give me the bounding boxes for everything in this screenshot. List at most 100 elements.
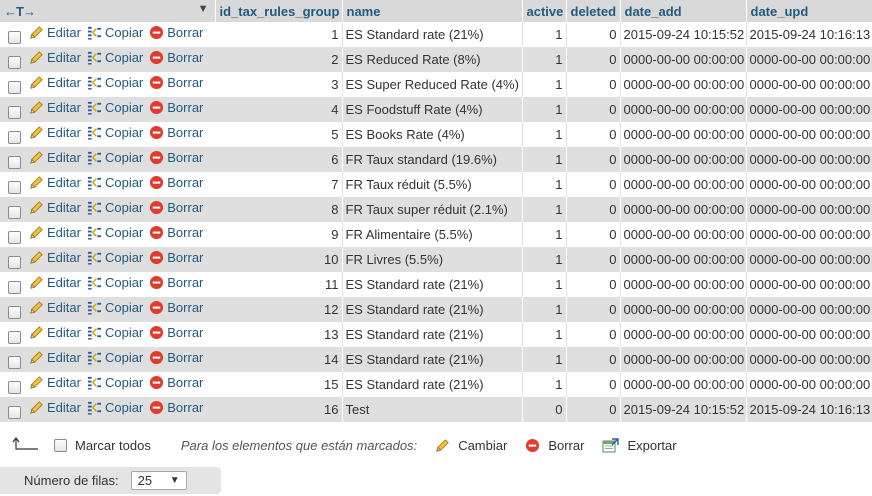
copy-link[interactable]: Copiar xyxy=(87,25,143,40)
row-checkbox[interactable] xyxy=(8,80,21,94)
check-all-label[interactable]: Marcar todos xyxy=(75,438,151,453)
cell-name[interactable]: ES Super Reduced Rate (4%) xyxy=(342,72,523,97)
cell-id[interactable]: 11 xyxy=(215,272,343,297)
cell-date-add[interactable]: 0000-00-00 00:00:00 xyxy=(620,122,747,147)
edit-link[interactable]: Editar xyxy=(29,150,81,165)
cell-date-add[interactable]: 2015-09-24 10:15:52 xyxy=(620,397,747,422)
edit-link[interactable]: Editar xyxy=(29,100,81,115)
bulk-change-button[interactable]: Cambiar xyxy=(435,438,507,453)
cell-date-upd[interactable]: 0000-00-00 00:00:00 xyxy=(746,272,872,297)
edit-link[interactable]: Editar xyxy=(29,400,81,415)
copy-link[interactable]: Copiar xyxy=(87,125,143,140)
cell-id[interactable]: 13 xyxy=(215,322,343,347)
copy-link[interactable]: Copiar xyxy=(87,75,143,90)
cell-name[interactable]: ES Standard rate (21%) xyxy=(342,22,523,47)
delete-link[interactable]: Borrar xyxy=(149,100,203,115)
edit-link[interactable]: Editar xyxy=(29,300,81,315)
bulk-delete-button[interactable]: Borrar xyxy=(525,438,584,453)
sort-down-icon[interactable]: ▼ xyxy=(198,3,209,15)
column-header-id[interactable]: id_tax_rules_group xyxy=(215,0,343,22)
cell-deleted[interactable]: 0 xyxy=(566,97,621,122)
cell-date-add[interactable]: 0000-00-00 00:00:00 xyxy=(620,222,747,247)
delete-link[interactable]: Borrar xyxy=(149,275,203,290)
cell-active[interactable]: 1 xyxy=(522,297,567,322)
cell-date-add[interactable]: 0000-00-00 00:00:00 xyxy=(620,247,747,272)
cell-id[interactable]: 7 xyxy=(215,172,343,197)
cell-active[interactable]: 1 xyxy=(522,372,567,397)
cell-active[interactable]: 1 xyxy=(522,222,567,247)
cell-date-upd[interactable]: 0000-00-00 00:00:00 xyxy=(746,122,872,147)
column-header-date-add[interactable]: date_add xyxy=(620,0,747,22)
edit-link[interactable]: Editar xyxy=(29,325,81,340)
column-header-active[interactable]: active xyxy=(522,0,567,22)
cell-date-add[interactable]: 0000-00-00 00:00:00 xyxy=(620,297,747,322)
row-checkbox[interactable] xyxy=(8,205,21,219)
cell-deleted[interactable]: 0 xyxy=(566,72,621,97)
delete-link[interactable]: Borrar xyxy=(149,75,203,90)
cell-active[interactable]: 1 xyxy=(522,147,567,172)
cell-name[interactable]: ES Books Rate (4%) xyxy=(342,122,523,147)
cell-date-add[interactable]: 0000-00-00 00:00:00 xyxy=(620,97,747,122)
cell-active[interactable]: 1 xyxy=(522,272,567,297)
row-checkbox[interactable] xyxy=(8,105,21,119)
row-checkbox[interactable] xyxy=(8,155,21,169)
cell-deleted[interactable]: 0 xyxy=(566,397,621,422)
cell-active[interactable]: 1 xyxy=(522,197,567,222)
edit-link[interactable]: Editar xyxy=(29,200,81,215)
row-checkbox[interactable] xyxy=(8,30,21,44)
cell-date-upd[interactable]: 0000-00-00 00:00:00 xyxy=(746,222,872,247)
edit-link[interactable]: Editar xyxy=(29,225,81,240)
cell-date-upd[interactable]: 0000-00-00 00:00:00 xyxy=(746,47,872,72)
cell-id[interactable]: 15 xyxy=(215,372,343,397)
cell-active[interactable]: 1 xyxy=(522,347,567,372)
cell-date-upd[interactable]: 0000-00-00 00:00:00 xyxy=(746,347,872,372)
cell-deleted[interactable]: 0 xyxy=(566,22,621,47)
column-header-name[interactable]: name xyxy=(342,0,523,22)
row-checkbox[interactable] xyxy=(8,130,21,144)
cell-deleted[interactable]: 0 xyxy=(566,247,621,272)
cell-name[interactable]: ES Standard rate (21%) xyxy=(342,322,523,347)
cell-name[interactable]: Test xyxy=(342,397,523,422)
cell-date-add[interactable]: 0000-00-00 00:00:00 xyxy=(620,172,747,197)
cell-date-add[interactable]: 0000-00-00 00:00:00 xyxy=(620,347,747,372)
edit-link[interactable]: Editar xyxy=(29,50,81,65)
cell-id[interactable]: 4 xyxy=(215,97,343,122)
cell-date-add[interactable]: 0000-00-00 00:00:00 xyxy=(620,72,747,97)
cell-date-upd[interactable]: 0000-00-00 00:00:00 xyxy=(746,247,872,272)
cell-deleted[interactable]: 0 xyxy=(566,272,621,297)
delete-link[interactable]: Borrar xyxy=(149,25,203,40)
cell-date-upd[interactable]: 0000-00-00 00:00:00 xyxy=(746,297,872,322)
row-checkbox[interactable] xyxy=(8,280,21,294)
delete-link[interactable]: Borrar xyxy=(149,50,203,65)
cell-date-upd[interactable]: 0000-00-00 00:00:00 xyxy=(746,147,872,172)
cell-date-add[interactable]: 0000-00-00 00:00:00 xyxy=(620,372,747,397)
cell-id[interactable]: 3 xyxy=(215,72,343,97)
cell-name[interactable]: ES Standard rate (21%) xyxy=(342,347,523,372)
copy-link[interactable]: Copiar xyxy=(87,225,143,240)
cell-date-upd[interactable]: 0000-00-00 00:00:00 xyxy=(746,97,872,122)
cell-active[interactable]: 1 xyxy=(522,322,567,347)
cell-deleted[interactable]: 0 xyxy=(566,322,621,347)
cell-date-upd[interactable]: 0000-00-00 00:00:00 xyxy=(746,372,872,397)
delete-link[interactable]: Borrar xyxy=(149,200,203,215)
cell-id[interactable]: 1 xyxy=(215,22,343,47)
cell-id[interactable]: 8 xyxy=(215,197,343,222)
column-header-deleted[interactable]: deleted xyxy=(566,0,621,22)
cell-name[interactable]: FR Livres (5.5%) xyxy=(342,247,523,272)
delete-link[interactable]: Borrar xyxy=(149,325,203,340)
cell-name[interactable]: FR Taux super réduit (2.1%) xyxy=(342,197,523,222)
row-checkbox[interactable] xyxy=(8,180,21,194)
delete-link[interactable]: Borrar xyxy=(149,400,203,415)
edit-link[interactable]: Editar xyxy=(29,275,81,290)
cell-deleted[interactable]: 0 xyxy=(566,297,621,322)
copy-link[interactable]: Copiar xyxy=(87,50,143,65)
cell-active[interactable]: 1 xyxy=(522,72,567,97)
row-checkbox[interactable] xyxy=(8,355,21,369)
cell-id[interactable]: 6 xyxy=(215,147,343,172)
cell-active[interactable]: 1 xyxy=(522,172,567,197)
cell-name[interactable]: ES Standard rate (21%) xyxy=(342,372,523,397)
edit-link[interactable]: Editar xyxy=(29,350,81,365)
cell-date-add[interactable]: 0000-00-00 00:00:00 xyxy=(620,322,747,347)
cell-deleted[interactable]: 0 xyxy=(566,372,621,397)
cell-name[interactable]: ES Standard rate (21%) xyxy=(342,297,523,322)
